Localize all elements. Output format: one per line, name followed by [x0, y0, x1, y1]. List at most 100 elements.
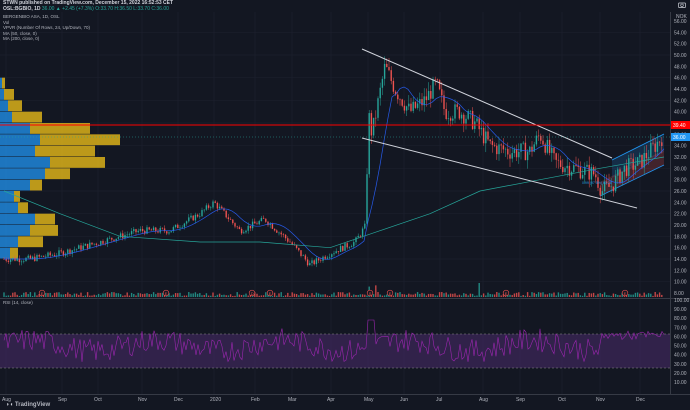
- candle-body: [542, 140, 544, 145]
- volume-bar: [93, 294, 95, 297]
- volume-bar: [3, 292, 5, 297]
- candle-body: [313, 260, 315, 265]
- volume-bar: [18, 295, 21, 297]
- candle-body: [540, 135, 542, 141]
- candle-body: [361, 228, 364, 237]
- candle-body: [412, 101, 414, 111]
- vpvr-down-bar: [10, 247, 18, 259]
- volume-bar: [381, 295, 384, 297]
- volume-bar: [498, 292, 500, 297]
- candle-body: [199, 216, 201, 217]
- volume-bar: [540, 292, 542, 297]
- volume-bar: [130, 292, 133, 297]
- volume-bar: [447, 294, 450, 297]
- candle-body: [271, 223, 274, 229]
- candle-body: [311, 260, 313, 264]
- price-tick: 14.00: [674, 257, 687, 263]
- candle-body: [320, 260, 322, 261]
- candle-body: [25, 257, 27, 262]
- time-tick: 2020: [210, 397, 221, 403]
- candle-body: [625, 165, 628, 176]
- currency-label: NOK: [676, 14, 688, 20]
- candle-body: [236, 226, 238, 228]
- chart-canvas[interactable]: 56.0054.0052.0050.0048.0046.0044.0042.00…: [0, 0, 690, 410]
- candle-body: [408, 103, 410, 107]
- volume-bar: [282, 295, 285, 297]
- vpvr-up-bar: [0, 157, 50, 168]
- time-axis-ticks[interactable]: Aug Sep Oct Nov Dec 2020 Feb Mar Apr May Jun Jul Aug…: [2, 397, 645, 403]
- volume-bar: [139, 293, 142, 297]
- candle-body: [291, 242, 293, 245]
- candle-body: [75, 248, 78, 250]
- candle-body: [302, 255, 304, 257]
- candle-body: [117, 237, 120, 239]
- volume-bar: [500, 295, 502, 297]
- rsi-legend[interactable]: RSI (14, close): [3, 300, 33, 305]
- candle-body: [353, 242, 355, 247]
- price-tick: 30.00: [674, 166, 687, 172]
- candle-body: [168, 232, 170, 234]
- candle-body: [619, 169, 621, 183]
- volume-bar: [432, 294, 434, 297]
- candle-body: [258, 221, 260, 225]
- candle-body: [623, 165, 626, 172]
- time-tick: Mar: [288, 397, 297, 403]
- volume-bar: [542, 292, 544, 297]
- volume-bar: [273, 292, 276, 297]
- candle-body: [454, 104, 456, 119]
- candle-body: [383, 63, 386, 79]
- candle-body: [324, 256, 326, 259]
- time-tick: Feb: [251, 397, 260, 403]
- volume-bar: [75, 293, 78, 297]
- fib-annotation[interactable]: 0.99 (97.5%) 63.28: [582, 181, 612, 185]
- volume-bar: [23, 292, 25, 297]
- candle-body: [601, 191, 604, 196]
- candle-body: [388, 67, 390, 71]
- volume-bar: [573, 292, 575, 297]
- candle-body: [342, 246, 344, 251]
- volume-bar: [223, 294, 225, 297]
- volume-bar: [240, 295, 243, 297]
- rsi-tick: 40.00: [674, 353, 687, 359]
- price-tick: 22.00: [674, 212, 687, 218]
- volume-bar: [650, 293, 652, 297]
- volume-bar: [630, 294, 632, 297]
- vpvr-up-bar: [0, 236, 18, 248]
- candle-body: [427, 91, 430, 101]
- volume-bar: [452, 293, 454, 297]
- candle-body: [232, 219, 234, 224]
- candle-body: [557, 159, 560, 161]
- candle-body: [357, 235, 359, 238]
- volume-bar: [9, 295, 12, 297]
- candle-body: [335, 251, 337, 254]
- candle-body: [397, 94, 399, 100]
- candle-body: [586, 164, 588, 167]
- candle-body: [487, 131, 489, 140]
- legend-vpvr[interactable]: VPVR (Number Of Rows, 24, Up/Down, 70): [3, 25, 90, 31]
- volume-bar: [482, 293, 485, 297]
- volume-bar: [592, 292, 595, 297]
- candle-body: [628, 158, 630, 176]
- candle-body: [344, 243, 346, 251]
- volume-bar: [287, 292, 289, 297]
- vpvr-down-bar: [35, 145, 95, 157]
- volume-bar: [474, 295, 476, 297]
- event-marker-letter: E: [389, 291, 392, 296]
- camera-icon[interactable]: [678, 2, 686, 8]
- vpvr-up-bar: [0, 134, 40, 146]
- candle-body: [491, 141, 494, 145]
- vpvr-up-bar: [0, 100, 8, 112]
- candle-body: [581, 174, 584, 179]
- vpvr-up-bar: [0, 191, 14, 202]
- legend-ma200[interactable]: MA (200, close, 0): [3, 36, 90, 42]
- event-marker-letter: E: [269, 291, 272, 296]
- price-tick: 50.00: [674, 53, 687, 59]
- candle-body: [102, 240, 104, 244]
- volume-bar: [100, 295, 102, 297]
- event-marker-letter: E: [505, 291, 508, 296]
- time-tick: Apr: [327, 397, 335, 403]
- volume-bar: [408, 293, 410, 297]
- candle-body: [284, 234, 287, 239]
- price-axis-ticks[interactable]: 56.0054.0052.0050.0048.0046.0044.0042.00…: [674, 19, 687, 297]
- volume-bar: [383, 295, 386, 297]
